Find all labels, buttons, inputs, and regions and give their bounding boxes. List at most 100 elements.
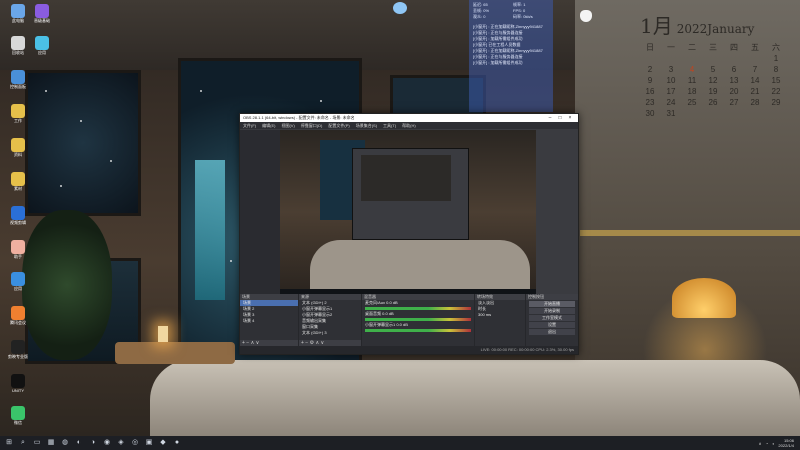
desktop-icon[interactable]: 视频剪辑	[4, 206, 32, 225]
calendar-weekday: 六	[772, 43, 780, 52]
snowflake	[320, 100, 322, 102]
start-icon[interactable]: ⊞	[4, 438, 14, 448]
obs-menu-item[interactable]: 视图(V)	[281, 123, 294, 129]
calendar-day: 15	[771, 76, 781, 85]
calendar-day: 18	[687, 87, 697, 96]
desktop-icon[interactable]: 剪映专业版	[4, 340, 32, 359]
taskbar-app-icon[interactable]: ◈	[116, 438, 126, 448]
calendar-day	[682, 54, 702, 64]
desktop-icon[interactable]: 应用	[4, 272, 32, 291]
calendar-day	[703, 109, 723, 119]
search-icon[interactable]: ⌕	[18, 438, 28, 448]
app-icon	[11, 172, 25, 186]
calendar-day: 25	[687, 98, 697, 107]
desktop-icon[interactable]: 控制面板	[4, 70, 32, 89]
desktop-icon[interactable]: 晋级基础	[28, 4, 56, 23]
desktop-icon-label: 助手	[14, 254, 22, 259]
transition-item[interactable]: 300 ms	[475, 312, 525, 318]
tray-chevron-icon[interactable]: ∧	[759, 441, 762, 446]
city-tower	[195, 160, 225, 300]
taskbar-app-icon[interactable]: ▦	[46, 438, 56, 448]
desktop-icon[interactable]: 资料	[4, 138, 32, 157]
desktop-icon[interactable]: 助手	[4, 240, 32, 259]
control-button[interactable]: 开始录制	[529, 308, 575, 314]
source-item[interactable]: 文本 (GDI+) 3	[299, 330, 361, 336]
control-button[interactable]: 工作室模式	[529, 315, 575, 321]
desktop-icon[interactable]: 素材	[4, 172, 32, 191]
snowflake	[200, 90, 202, 92]
scenes-list: 场景 场景 2 场景 3 场景 4	[240, 300, 298, 324]
network-icon[interactable]: ◔	[766, 441, 768, 446]
desktop-icon-label: 腾讯会议	[10, 320, 26, 325]
transitions-dock: 转场特效 淡入淡出 时长 300 ms	[475, 294, 525, 346]
calendar-weekday: 二	[688, 43, 696, 52]
calendar-day: 23	[645, 98, 655, 107]
obs-title-bar[interactable]: OBS 28.1.1 (64-bit, windows) - 配置文件: 未命名…	[240, 114, 578, 122]
maximize-icon[interactable]: □	[555, 115, 565, 121]
desktop-icon-label: 控制面板	[10, 84, 26, 89]
volume-meter[interactable]	[365, 318, 471, 321]
app-icon	[11, 70, 25, 84]
app-icon	[11, 240, 25, 254]
minimize-icon[interactable]: –	[545, 115, 555, 121]
calendar-month: 1月	[640, 14, 673, 38]
obs-menu-item[interactable]: 工具(T)	[383, 123, 396, 129]
cat-icon	[580, 10, 592, 22]
danmaku-overlay: 延迟: 65 帧率: 1 丢帧: 0% FPS: 0 观众: 0 码率: 0kb/s [小…	[469, 0, 553, 112]
obs-menu-item[interactable]: 编辑(E)	[262, 123, 275, 129]
obs-menu-item[interactable]: 场景集合(S)	[356, 123, 377, 129]
obs-window[interactable]: OBS 28.1.1 (64-bit, windows) - 配置文件: 未命名…	[239, 113, 579, 355]
obs-menu-bar: 文件(F) 编辑(E) 视图(V) 停靠窗口(D) 配置文件(P) 场景集合(S) 工具(T…	[240, 122, 578, 129]
calendar-day	[703, 54, 723, 64]
desktop-icon[interactable]: 微信	[4, 406, 32, 425]
candle	[158, 326, 168, 342]
calendar-day: 13	[729, 76, 739, 85]
volume-meter[interactable]	[365, 307, 471, 310]
calendar-day: 7	[752, 65, 758, 74]
desktop-icon[interactable]: 腾讯会议	[4, 306, 32, 325]
volume-icon[interactable]: ◖	[772, 441, 774, 446]
control-button[interactable]: 开始直播	[529, 301, 575, 307]
clock[interactable]: 15:06 2022/1/4	[778, 438, 794, 448]
mixer-channel-label: 小窗开弹幕显示1 0.0 dB	[365, 322, 408, 327]
taskbar-app-icon[interactable]: ●	[172, 438, 182, 448]
taskbar-app-icon[interactable]: ◍	[60, 438, 70, 448]
obs-menu-item[interactable]: 帮助(H)	[402, 123, 416, 129]
calendar-day: 10	[666, 76, 676, 85]
preview-nested-canvas	[361, 155, 451, 201]
taskbar-app-icon[interactable]: ▭	[32, 438, 42, 448]
taskbar-app-icon[interactable]: ◑	[88, 438, 98, 448]
calendar-title: 1月 2022January	[640, 10, 790, 39]
control-button[interactable]: 设置	[529, 322, 575, 328]
app-icon	[35, 36, 49, 50]
obs-menu-item[interactable]: 文件(F)	[243, 123, 256, 129]
taskbar-app-icon[interactable]: ▣	[144, 438, 154, 448]
scene-item[interactable]: 场景 4	[240, 318, 298, 324]
calendar-day: 28	[750, 98, 760, 107]
desktop-icon[interactable]: UNITY	[4, 374, 32, 393]
snowflake	[45, 90, 47, 92]
control-button[interactable]: 退出	[529, 329, 575, 335]
taskbar-app-icon[interactable]: ◉	[102, 438, 112, 448]
overlay-stat: 观众: 0	[473, 14, 486, 19]
desktop-icon[interactable]: 工作	[4, 104, 32, 123]
desktop-icon-label: 工作	[14, 118, 22, 123]
obs-menu-item[interactable]: 配置文件(P)	[328, 123, 349, 129]
obs-preview-margin	[240, 130, 280, 294]
calendar-day: 5	[710, 65, 716, 74]
volume-meter[interactable]	[365, 329, 471, 332]
obs-menu-item[interactable]: 停靠窗口(D)	[301, 123, 323, 129]
system-tray: ∧ ◔ ◖ 15:06 2022/1/4	[759, 436, 794, 450]
calendar-day: 24	[666, 98, 676, 107]
taskbar-app-icon[interactable]: ◐	[74, 438, 84, 448]
taskbar-app-icon[interactable]: ◆	[158, 438, 168, 448]
obs-preview[interactable]	[280, 130, 536, 294]
calendar-day: 6	[731, 65, 737, 74]
mascot-icon[interactable]	[393, 2, 407, 14]
taskbar-app-icon[interactable]: ◎	[130, 438, 140, 448]
preview-bed	[310, 240, 530, 294]
app-icon	[11, 206, 25, 220]
desktop-icon[interactable]: 应用	[28, 36, 56, 55]
desktop-icon-label: 剪映专业版	[8, 354, 28, 359]
close-icon[interactable]: ×	[565, 115, 575, 121]
